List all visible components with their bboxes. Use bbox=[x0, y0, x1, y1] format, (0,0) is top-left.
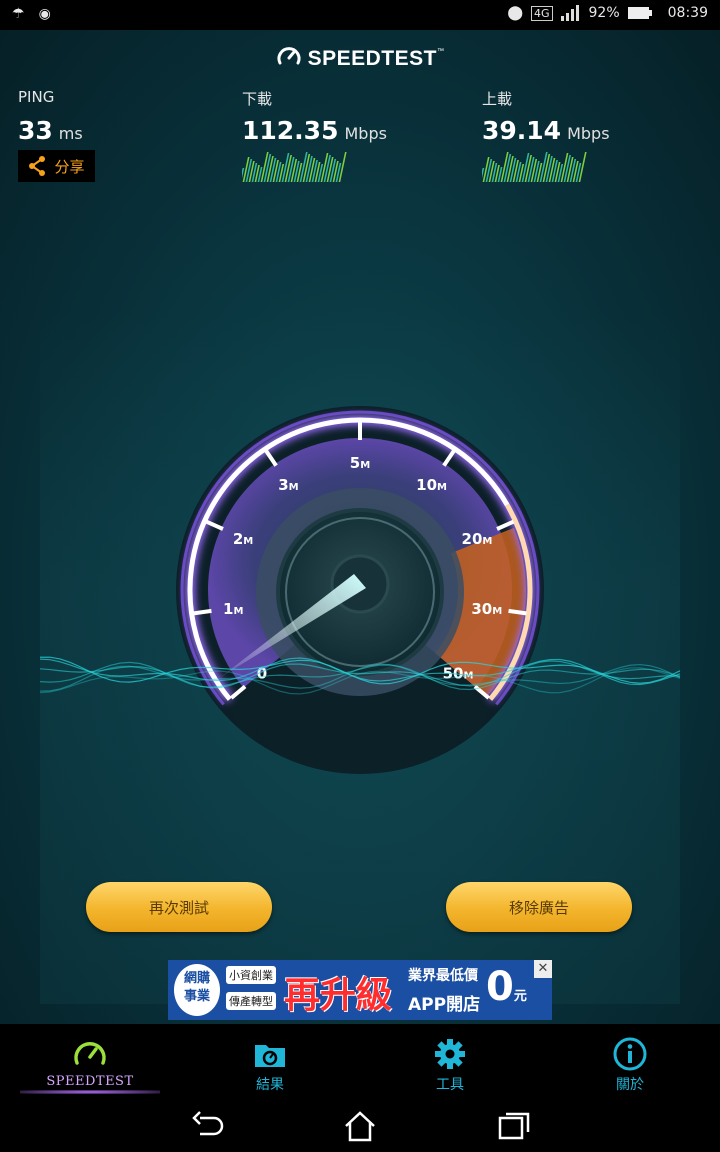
gauge-tick bbox=[193, 608, 212, 616]
signal-icon bbox=[560, 5, 579, 21]
tab-speedtest[interactable]: SPEEDTEST bbox=[0, 1024, 180, 1100]
home-icon[interactable] bbox=[340, 1108, 380, 1144]
ad-price-number: 0 bbox=[486, 964, 514, 1010]
ad-close-button[interactable]: ✕ bbox=[534, 960, 552, 978]
location-icon: ⬤ bbox=[507, 5, 523, 21]
ad-tag1: 小資創業 bbox=[226, 966, 276, 984]
wifi-hotspot-icon: ◉ bbox=[38, 6, 51, 22]
speedometer-icon bbox=[74, 1042, 106, 1065]
recent-apps-icon[interactable] bbox=[494, 1108, 534, 1144]
ad-sub2: APP開店 bbox=[408, 995, 481, 1015]
tab-about-label: 關於 bbox=[616, 1077, 644, 1093]
bottom-navigation: SPEEDTEST 結果 工具 關於 bbox=[0, 1024, 720, 1100]
ad-badge: 網購 事業 bbox=[174, 964, 220, 1016]
gear-icon bbox=[435, 1039, 465, 1069]
tab-results-label: 結果 bbox=[256, 1077, 284, 1093]
ad-tag2: 傳產轉型 bbox=[226, 992, 276, 1010]
active-tab-glow bbox=[20, 1090, 160, 1094]
system-navigation-bar bbox=[0, 1100, 720, 1152]
ad-line2: 事業 bbox=[183, 989, 210, 1004]
tab-results[interactable]: 結果 bbox=[180, 1024, 360, 1100]
ad-banner[interactable]: 網購 事業 小資創業 傳產轉型 再升級 業界最低價 APP開店 0元 ✕ bbox=[168, 960, 552, 1020]
remove-ads-button[interactable]: 移除廣告 bbox=[446, 882, 632, 932]
umbrella-icon: ☂ bbox=[12, 6, 25, 22]
clock: 08:39 bbox=[667, 5, 708, 21]
tab-tools[interactable]: 工具 bbox=[360, 1024, 540, 1100]
status-bar: ☂ ◉ ⬤ 4G 92% 08:39 bbox=[0, 0, 720, 30]
battery-percent: 92% bbox=[588, 5, 620, 21]
retest-button[interactable]: 再次測試 bbox=[86, 882, 272, 932]
ad-price: 0元 bbox=[486, 964, 527, 1010]
network-type: 4G bbox=[530, 5, 553, 21]
tab-tools-label: 工具 bbox=[436, 1077, 464, 1093]
tab-about[interactable]: 關於 bbox=[540, 1024, 720, 1100]
ad-line1: 網購 bbox=[183, 971, 210, 986]
speedtest-app: SPEEDTEST™ PING 33 ms 分享 下載 112.35 Mbps 上載… bbox=[0, 30, 720, 1024]
ad-price-unit: 元 bbox=[513, 989, 527, 1004]
ad-headline: 再升級 bbox=[284, 974, 393, 1016]
info-icon bbox=[613, 1037, 647, 1071]
battery-icon bbox=[627, 7, 652, 19]
ad-sub1: 業界最低價 bbox=[408, 968, 478, 984]
back-icon[interactable] bbox=[188, 1108, 228, 1144]
tab-speedtest-label: SPEEDTEST bbox=[46, 1074, 134, 1089]
speed-gauge: 01M2M3M5M10M20M30M50M bbox=[39, 406, 681, 774]
gauge-tick bbox=[508, 608, 527, 616]
results-folder-icon bbox=[255, 1045, 285, 1067]
